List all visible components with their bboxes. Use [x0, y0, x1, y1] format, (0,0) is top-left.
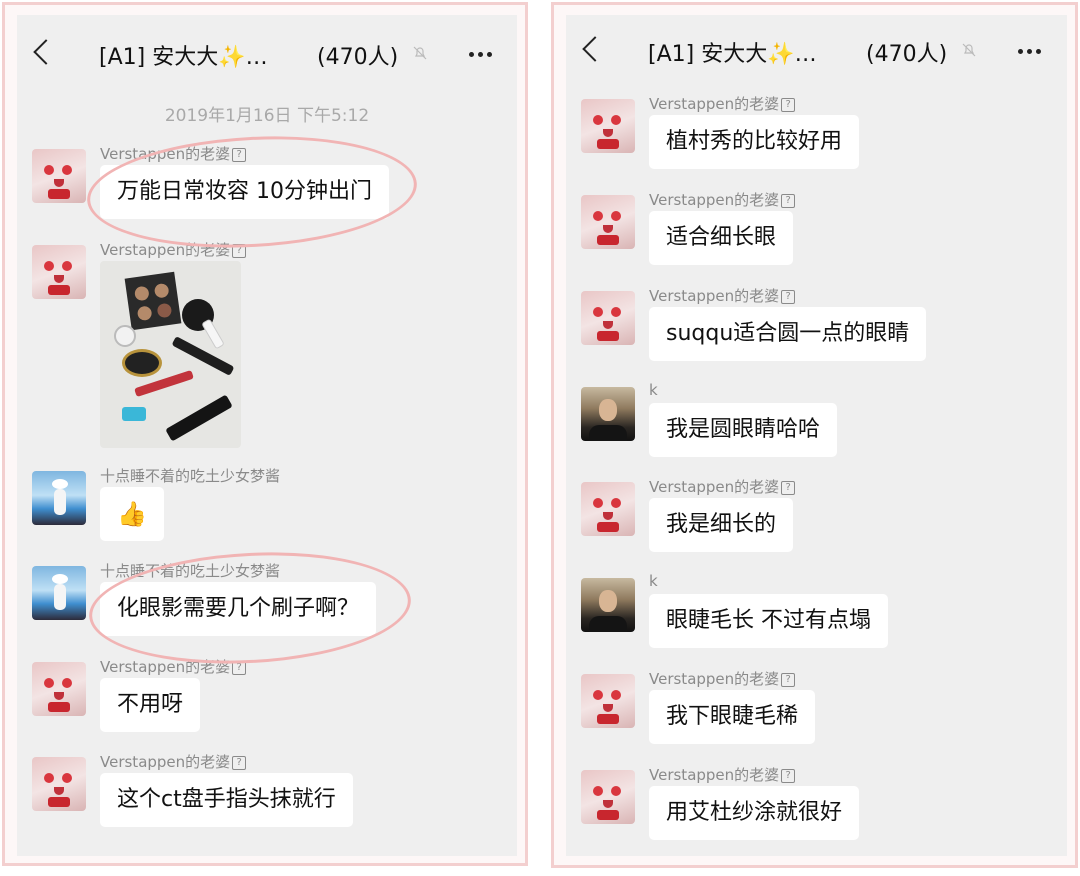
back-arrow-icon[interactable]	[33, 39, 59, 65]
right-nav-bar: [A1] 安大大✨… (470人)	[566, 15, 1067, 81]
unknown-char-icon: ?	[232, 755, 247, 770]
cat-avatar[interactable]	[581, 674, 635, 728]
sender-name: Verstappen的老婆?	[100, 751, 247, 772]
left-screenshot-frame: [A1] 安大大✨… (470人) 2019年1月16日 下午5:12 Vers…	[2, 2, 528, 866]
message-bubble[interactable]: 用艾杜纱涂就很好	[649, 786, 860, 840]
cat-avatar[interactable]	[581, 99, 635, 153]
sender-name: Verstappen的老婆?	[649, 476, 796, 497]
person-avatar[interactable]	[581, 578, 635, 632]
chat-timestamp: 2019年1月16日 下午5:12	[164, 106, 370, 126]
message-bubble[interactable]: 我是圆眼睛哈哈	[649, 403, 838, 457]
group-member-count: (470人)	[317, 45, 399, 70]
message-bubble[interactable]: 适合细长眼	[649, 211, 794, 265]
unknown-char-icon: ?	[232, 147, 247, 162]
message-bubble[interactable]: 化眼影需要几个刷子啊？	[100, 582, 377, 636]
sender-name: k	[649, 381, 658, 399]
cat-avatar[interactable]	[581, 482, 635, 536]
sender-name: Verstappen的老婆?	[100, 656, 247, 677]
unknown-char-icon: ?	[781, 480, 796, 495]
cat-avatar[interactable]	[32, 245, 86, 299]
unknown-char-icon: ?	[781, 672, 796, 687]
sender-name: 十点睡不着的吃土少女梦酱	[100, 467, 281, 485]
sender-name: Verstappen的老婆?	[100, 239, 247, 260]
sender-name: Verstappen的老婆?	[649, 285, 796, 306]
makeup-products-photo[interactable]	[100, 261, 241, 448]
message-bubble[interactable]: 眼睫毛长 不过有点塌	[649, 594, 888, 648]
unknown-char-icon: ?	[781, 97, 796, 112]
cat-avatar[interactable]	[32, 662, 86, 716]
person-avatar[interactable]	[581, 387, 635, 441]
group-member-count: (470人)	[866, 42, 948, 67]
group-title[interactable]: [A1] 安大大✨…	[648, 36, 817, 68]
mute-bell-icon	[413, 46, 427, 60]
sender-name: Verstappen的老婆?	[649, 668, 796, 689]
sender-name: Verstappen的老婆?	[649, 764, 796, 785]
message-bubble[interactable]: suqqu适合圆一点的眼睛	[649, 307, 927, 361]
cat-avatar[interactable]	[32, 149, 86, 203]
cat-avatar[interactable]	[581, 770, 635, 824]
sender-name: 十点睡不着的吃土少女梦酱	[100, 562, 281, 580]
unknown-char-icon: ?	[781, 193, 796, 208]
mute-bell-icon	[962, 43, 976, 57]
sender-name: Verstappen的老婆?	[649, 93, 796, 114]
cat-avatar[interactable]	[32, 757, 86, 811]
group-title[interactable]: [A1] 安大大✨…	[99, 39, 268, 71]
beach-avatar[interactable]	[32, 471, 86, 525]
sender-name: k	[649, 572, 658, 590]
cat-avatar[interactable]	[581, 291, 635, 345]
message-bubble[interactable]: 不用呀	[100, 678, 201, 732]
unknown-char-icon: ?	[232, 660, 247, 675]
beach-avatar[interactable]	[32, 566, 86, 620]
message-bubble[interactable]: 万能日常妆容 10分钟出门	[100, 165, 389, 219]
thumbs-up-emoji-bubble[interactable]: 👍	[100, 487, 164, 541]
unknown-char-icon: ?	[781, 289, 796, 304]
unknown-char-icon: ?	[781, 768, 796, 783]
left-chat-screen: [A1] 安大大✨… (470人) 2019年1月16日 下午5:12 Vers…	[17, 15, 517, 856]
more-options-icon[interactable]	[1018, 49, 1041, 54]
sender-name: Verstappen的老婆?	[100, 143, 247, 164]
cat-avatar[interactable]	[581, 195, 635, 249]
sender-name: Verstappen的老婆?	[649, 189, 796, 210]
message-bubble[interactable]: 植村秀的比较好用	[649, 115, 860, 169]
unknown-char-icon: ?	[232, 243, 247, 258]
back-arrow-icon[interactable]	[582, 36, 608, 62]
right-chat-screen: [A1] 安大大✨… (470人) Verstappen的老婆? 植村秀的比较好…	[566, 15, 1067, 856]
right-screenshot-frame: [A1] 安大大✨… (470人) Verstappen的老婆? 植村秀的比较好…	[551, 2, 1078, 868]
left-nav-bar: [A1] 安大大✨… (470人)	[17, 15, 517, 85]
more-options-icon[interactable]	[469, 52, 492, 57]
message-bubble[interactable]: 我是细长的	[649, 498, 794, 552]
message-bubble[interactable]: 我下眼睫毛稀	[649, 690, 816, 744]
message-bubble[interactable]: 这个ct盘手指头抹就行	[100, 773, 353, 827]
